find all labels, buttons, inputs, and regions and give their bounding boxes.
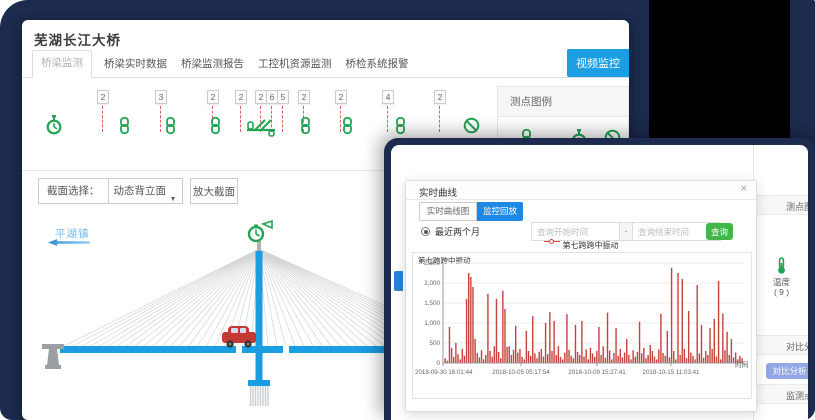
black-screen-region [649,0,790,140]
section-select-value: 动态背立面 [114,185,167,197]
page-title: 芜湖长江大桥 [34,29,121,49]
sensor-count-badge[interactable]: 2 [335,90,347,104]
recent-two-months-radio[interactable] [421,227,430,236]
legend-series-name: 第七跨跨中振动 [563,241,619,250]
sensor-count-badge[interactable]: 2 [298,90,310,104]
sensor-drop-line [387,106,388,132]
chain-link-icon[interactable] [164,117,177,134]
svg-text:1,500: 1,500 [424,300,440,307]
tower-top-sensor-icon[interactable] [249,221,272,241]
popup-window-frame: 测点图例 温度 ( 9 ) 对比分析 对比分析 监测点列表 [384,138,815,420]
svg-text:2,500: 2,500 [424,260,440,267]
sidebar-compare-header: 对比分析 [754,335,808,355]
chain-link-icon[interactable] [394,117,407,134]
popup-page: 测点图例 温度 ( 9 ) 对比分析 对比分析 监测点列表 [391,145,808,420]
sensor-count-badge[interactable]: 2 [207,90,219,104]
bridge-tower [256,251,263,346]
chart-container: 第七跨跨中振动 05001,0001,5002,0002,500 2018-09… [412,252,752,399]
main-tabs: 桥梁监测桥梁实时数据桥梁监测报告工控机资源监测桥检系统报警 [22,56,629,78]
tab-realtime-curve[interactable]: 实时曲线图 [419,202,477,221]
modal-header: 实时曲线 × [406,181,756,200]
main-tab-1[interactable]: 桥梁实时数据 [102,56,169,77]
sensor-count-badge[interactable]: 2 [434,90,446,104]
radio-label: 最近两个月 [435,225,480,238]
sensor-count-badge[interactable]: 3 [155,90,167,104]
svg-text:1,000: 1,000 [424,320,440,327]
chain-link-icon[interactable] [118,117,131,134]
temperature-count: ( 9 ) [754,287,808,297]
realtime-curve-modal: 实时曲线 × 实时曲线图 监控回放 最近两个月 - 查询 第七跨跨中振动 第七跨… [405,180,757,412]
section-select-group: 截面选择： 动态背立面 ▼ [38,178,183,204]
desktop-background: 芜湖长江大桥 桥梁监测桥梁实时数据桥梁监测报告工控机资源监测桥检系统报警 视频监… [0,0,815,420]
bridge-pier [256,353,263,380]
chart-x-axis-title: 时间 [735,360,749,369]
section-select-label: 截面选择： [39,179,108,203]
sensor-drop-line [102,106,103,132]
sensor-count-badge[interactable]: 2 [97,90,109,104]
svg-text:0: 0 [436,360,440,367]
stopwatch-icon[interactable] [45,115,63,135]
chain-link-icon[interactable] [209,117,222,134]
tab-monitor-playback[interactable]: 监控回放 [477,202,523,221]
sensor-count-badge[interactable]: 5 [277,90,289,104]
enlarge-section-button[interactable]: 放大截面 [190,178,238,204]
main-tab-2[interactable]: 桥梁监测报告 [179,56,246,77]
chart-series-bars [445,268,743,363]
pier-piles [251,386,269,406]
chevron-down-icon: ▼ [170,188,177,212]
deck-gap [236,345,242,354]
svg-text:2018-10-09 15:27:41: 2018-10-09 15:27:41 [568,369,626,376]
svg-text:2018-10-15 11:03:41: 2018-10-15 11:03:41 [643,369,701,376]
no-entry-icon[interactable] [463,117,480,134]
truss-sensor-icon[interactable] [246,115,276,137]
pier-footing [248,380,270,386]
video-monitor-button[interactable]: 视频监控 [567,49,629,77]
sensor-count-badge[interactable]: 2 [235,90,247,104]
legend-marker-icon [544,241,560,246]
main-tab-4[interactable]: 桥检系统报警 [344,56,411,77]
side-handle-tab[interactable] [394,271,403,291]
popup-right-sidebar: 测点图例 温度 ( 9 ) 对比分析 对比分析 监测点列表 [753,145,808,420]
svg-text:2,000: 2,000 [424,280,440,287]
thermometer-icon[interactable] [776,257,787,275]
chart-legend: 第七跨跨中振动 [406,240,756,251]
range-separator: - [619,222,633,241]
car [222,326,256,348]
sidebar-legend-header: 测点图例 [754,195,808,215]
chart-x-tick-labels: 2018-09-30 16:01:44 2018-10-05 05:17:54 20… [415,369,700,376]
svg-text:2018-10-05 05:17:54: 2018-10-05 05:17:54 [492,369,550,376]
chain-link-icon[interactable] [299,117,312,134]
chain-link-icon[interactable] [341,117,354,134]
chart-y-tick-labels: 0 500 1,000 1,500 2,000 2,500 [424,260,440,367]
tower-tip [257,241,261,251]
main-tab-0[interactable]: 桥梁监测 [32,50,92,78]
section-select-dropdown[interactable]: 动态背立面 ▼ [108,179,182,203]
sensor-drop-line [240,106,241,132]
sensor-drop-line [282,106,283,132]
start-time-input[interactable] [531,222,620,241]
legend-panel-title: 测点图例 [498,87,628,117]
vibration-chart: 第七跨跨中振动 05001,0001,5002,0002,500 2018-09… [413,253,751,398]
close-icon[interactable]: × [741,183,747,195]
compare-analysis-button[interactable]: 对比分析 [766,363,808,379]
sensor-count-badge[interactable]: 4 [382,90,394,104]
svg-text:2018-09-30 16:01:44: 2018-09-30 16:01:44 [415,369,473,376]
main-tab-3[interactable]: 工控机资源监测 [256,56,334,77]
modal-title: 实时曲线 [419,185,457,199]
svg-text:500: 500 [429,340,440,347]
sensor-drop-line [439,106,440,132]
deck-gap [283,345,289,354]
query-button[interactable]: 查询 [706,223,733,240]
sidebar-point-list-header: 监测点列表 [754,384,808,404]
sensor-drop-line [160,106,161,132]
left-abutment [42,344,64,369]
